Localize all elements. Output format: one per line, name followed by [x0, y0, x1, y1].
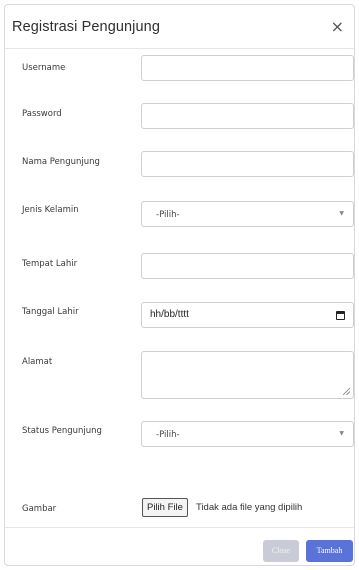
- jenis-kelamin-select[interactable]: -Pilih- ▼: [141, 201, 354, 227]
- chevron-down-icon: ▼: [339, 210, 344, 217]
- tambah-button[interactable]: Tambah: [306, 540, 353, 562]
- nama-pengunjung-input[interactable]: [141, 151, 354, 177]
- status-pengunjung-select[interactable]: -Pilih- ▼: [141, 421, 354, 447]
- chevron-down-icon: ▼: [339, 430, 344, 437]
- close-icon[interactable]: ×: [331, 19, 344, 35]
- file-status-text: Tidak ada file yang dipilih: [196, 502, 303, 513]
- modal-title: Registrasi Pengunjung: [12, 19, 160, 35]
- modal-footer: Close Tambah: [5, 527, 354, 567]
- status-pengunjung-label: Status Pengunjung: [22, 426, 102, 436]
- date-placeholder: hh/bb/tttt: [150, 309, 189, 320]
- username-label: Username: [22, 63, 66, 73]
- calendar-icon[interactable]: [336, 311, 345, 320]
- nama-pengunjung-label: Nama Pengunjung: [22, 157, 100, 167]
- gambar-label: Gambar: [22, 504, 57, 514]
- tempat-lahir-label: Tempat Lahir: [22, 259, 78, 269]
- tempat-lahir-input[interactable]: [141, 253, 354, 279]
- tanggal-lahir-input[interactable]: hh/bb/tttt: [141, 302, 354, 328]
- status-pengunjung-selected: -Pilih-: [156, 430, 180, 440]
- choose-file-button[interactable]: Pilih File: [142, 498, 188, 517]
- tanggal-lahir-label: Tanggal Lahir: [22, 307, 79, 317]
- modal-header: Registrasi Pengunjung ×: [5, 5, 354, 49]
- close-button[interactable]: Close: [263, 540, 299, 562]
- password-input[interactable]: [141, 103, 354, 129]
- registration-modal: Registrasi Pengunjung × Username Passwor…: [4, 4, 355, 566]
- resize-grip-icon[interactable]: [343, 388, 350, 395]
- jenis-kelamin-label: Jenis Kelamin: [22, 205, 79, 215]
- password-label: Password: [22, 109, 62, 119]
- alamat-textarea[interactable]: [141, 351, 354, 399]
- jenis-kelamin-selected: -Pilih-: [156, 210, 180, 220]
- username-input[interactable]: [141, 55, 354, 81]
- alamat-label: Alamat: [22, 357, 53, 367]
